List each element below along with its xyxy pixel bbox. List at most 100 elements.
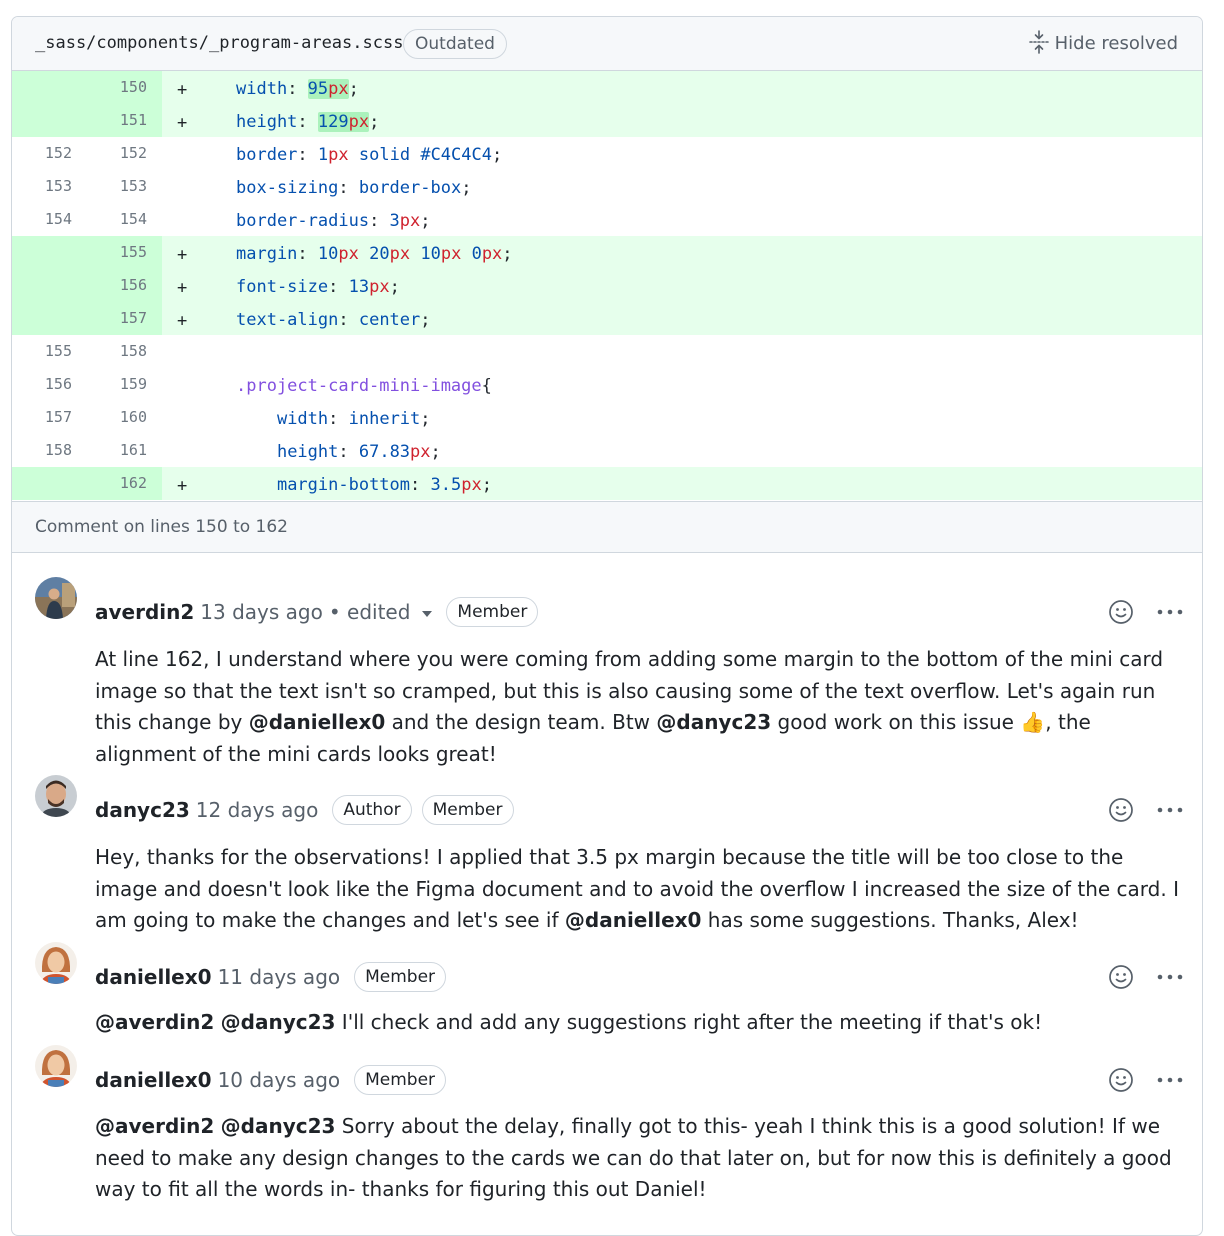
unfold-icon xyxy=(1028,30,1049,54)
new-line-number[interactable]: 152 xyxy=(87,144,147,162)
avatar[interactable] xyxy=(35,1045,77,1087)
new-line-number[interactable]: 162 xyxy=(87,474,147,492)
diff-line: 155 158 xyxy=(12,335,1202,368)
diff-line: 162 + margin-bottom: 3.5px; xyxy=(12,467,1202,500)
comment-body: @averdin2 @danyc23 Sorry about the delay… xyxy=(95,1111,1185,1206)
code-line: box-sizing: border-box; xyxy=(236,178,472,198)
diff-line: 151 + height: 129px; xyxy=(12,104,1202,137)
thumbs-up-emoji: 👍 xyxy=(1020,710,1046,734)
diff-sign: + xyxy=(177,245,188,265)
code-line: height: 67.83px; xyxy=(276,442,441,462)
new-line-number[interactable]: 157 xyxy=(87,309,147,327)
kebab-horizontal-icon[interactable] xyxy=(1156,797,1184,823)
file-path[interactable]: _sass/components/_program-areas.scss xyxy=(35,33,403,53)
comment-author[interactable]: danyc23 xyxy=(95,798,190,822)
comment-time[interactable]: 10 days ago xyxy=(218,1068,341,1092)
outdated-badge: Outdated xyxy=(403,29,507,59)
old-line-number[interactable]: 157 xyxy=(12,408,72,426)
user-mention[interactable]: @averdin2 xyxy=(95,1010,214,1034)
member-badge: Member xyxy=(421,795,514,825)
old-line-number[interactable]: 153 xyxy=(12,177,72,195)
code-line: margin: 10px 20px 10px 0px; xyxy=(236,244,513,264)
diff-line: 150 + width: 95px; xyxy=(12,71,1202,104)
file-header: _sass/components/_program-areas.scss Out… xyxy=(12,17,1202,71)
comment-body: @averdin2 @danyc23 I'll check and add an… xyxy=(95,1007,1185,1039)
diff-line: 156 159 .project-card-mini-image{ xyxy=(12,368,1202,401)
user-mention[interactable]: @daniellex0 xyxy=(249,710,386,734)
comment-range-label: Comment on lines 150 to 162 xyxy=(35,517,288,537)
comment-time[interactable]: 11 days ago xyxy=(218,965,341,989)
kebab-horizontal-icon[interactable] xyxy=(1156,1067,1184,1093)
comment-header: averdin2 13 days ago • edited Member xyxy=(95,597,539,627)
new-line-number[interactable]: 154 xyxy=(87,210,147,228)
member-badge: Member xyxy=(354,1065,447,1095)
old-line-number[interactable]: 154 xyxy=(12,210,72,228)
comment-text: good work on this issue xyxy=(771,710,1021,734)
new-line-number[interactable]: 155 xyxy=(87,243,147,261)
old-line-number[interactable]: 152 xyxy=(12,144,72,162)
avatar[interactable] xyxy=(35,942,77,984)
new-line-number[interactable]: 158 xyxy=(87,342,147,360)
diff-line: 156 + font-size: 13px; xyxy=(12,269,1202,302)
comment-body: Hey, thanks for the observations! I appl… xyxy=(95,842,1185,937)
diff-line: 157 + text-align: center; xyxy=(12,302,1202,335)
smiley-icon[interactable] xyxy=(1108,964,1134,990)
avatar[interactable] xyxy=(35,577,77,619)
comment-header: daniellex0 11 days ago Member xyxy=(95,962,447,992)
smiley-icon[interactable] xyxy=(1108,1067,1134,1093)
hide-resolved-button[interactable]: Hide resolved xyxy=(1028,30,1178,58)
old-line-number[interactable]: 156 xyxy=(12,375,72,393)
code-line: .project-card-mini-image{ xyxy=(236,376,492,396)
code-line: height: 129px; xyxy=(236,112,380,132)
smiley-icon[interactable] xyxy=(1108,599,1134,625)
comment-header: daniellex0 10 days ago Member xyxy=(95,1065,447,1095)
comment-range-header: Comment on lines 150 to 162 xyxy=(12,501,1202,553)
diff-sign: + xyxy=(177,278,188,298)
review-thread: _sass/components/_program-areas.scss Out… xyxy=(11,16,1203,1236)
code-line: width: 95px; xyxy=(236,79,359,99)
hide-resolved-label: Hide resolved xyxy=(1054,33,1178,54)
comment-body: At line 162, I understand where you were… xyxy=(95,644,1185,770)
diff-line: 157 160 width: inherit; xyxy=(12,401,1202,434)
new-line-number[interactable]: 161 xyxy=(87,441,147,459)
kebab-horizontal-icon[interactable] xyxy=(1156,599,1184,625)
new-line-number[interactable]: 150 xyxy=(87,78,147,96)
comment-author[interactable]: averdin2 xyxy=(95,600,194,624)
user-mention[interactable]: @danyc23 xyxy=(221,1114,336,1138)
comment-author[interactable]: daniellex0 xyxy=(95,965,212,989)
code-line: text-align: center; xyxy=(236,310,431,330)
comment-time[interactable]: 12 days ago xyxy=(196,798,319,822)
new-line-number[interactable]: 160 xyxy=(87,408,147,426)
code-line: font-size: 13px; xyxy=(236,277,400,297)
diff-line: 154 154 border-radius: 3px; xyxy=(12,203,1202,236)
new-line-number[interactable]: 159 xyxy=(87,375,147,393)
edited-label[interactable]: • edited xyxy=(329,600,411,624)
new-line-number[interactable]: 151 xyxy=(87,111,147,129)
avatar[interactable] xyxy=(35,775,77,817)
user-mention[interactable]: @danyc23 xyxy=(221,1010,336,1034)
old-line-number[interactable]: 158 xyxy=(12,441,72,459)
diff-line: 158 161 height: 67.83px; xyxy=(12,434,1202,467)
chevron-down-icon[interactable] xyxy=(422,611,433,617)
author-badge: Author xyxy=(332,795,412,825)
diff-line: 152 152 border: 1px solid #C4C4C4; xyxy=(12,137,1202,170)
kebab-horizontal-icon[interactable] xyxy=(1156,964,1184,990)
code-line: width: inherit; xyxy=(276,409,431,429)
old-line-number[interactable]: 155 xyxy=(12,342,72,360)
diff-sign: + xyxy=(177,113,188,133)
user-mention[interactable]: @danyc23 xyxy=(656,710,771,734)
code-line: margin-bottom: 3.5px; xyxy=(276,475,492,495)
comment-text: has some suggestions. Thanks, Alex! xyxy=(701,908,1079,932)
code-line: border: 1px solid #C4C4C4; xyxy=(236,145,503,165)
diff-line: 155 + margin: 10px 20px 10px 0px; xyxy=(12,236,1202,269)
diff-line: 153 153 box-sizing: border-box; xyxy=(12,170,1202,203)
smiley-icon[interactable] xyxy=(1108,797,1134,823)
new-line-number[interactable]: 156 xyxy=(87,276,147,294)
comment-author[interactable]: daniellex0 xyxy=(95,1068,212,1092)
user-mention[interactable]: @daniellex0 xyxy=(565,908,702,932)
member-badge: Member xyxy=(354,962,447,992)
new-line-number[interactable]: 153 xyxy=(87,177,147,195)
comment-time[interactable]: 13 days ago xyxy=(200,600,323,624)
diff-sign: + xyxy=(177,476,188,496)
user-mention[interactable]: @averdin2 xyxy=(95,1114,214,1138)
